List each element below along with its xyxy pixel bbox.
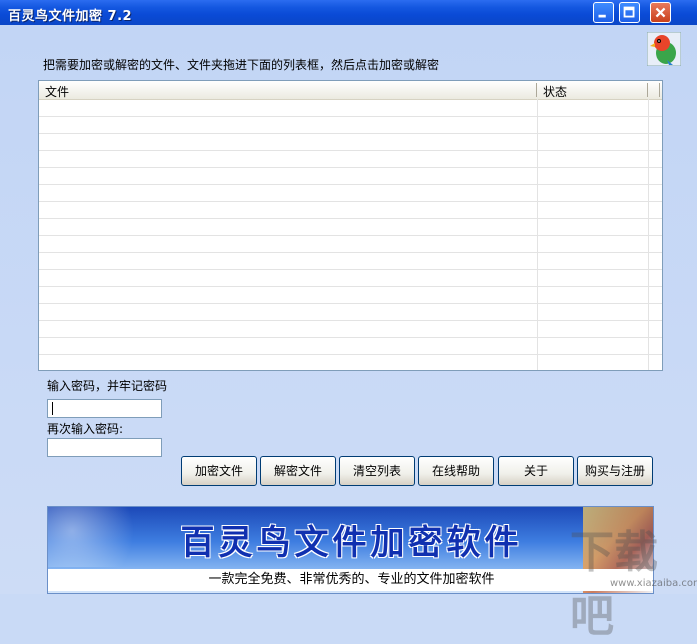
column-header-file[interactable]: 文件 bbox=[45, 83, 69, 100]
grid-hline bbox=[39, 167, 662, 168]
text-caret bbox=[52, 402, 53, 415]
grid-hline bbox=[39, 337, 662, 338]
close-button[interactable] bbox=[650, 2, 671, 23]
instruction-text: 把需要加密或解密的文件、文件夹拖进下面的列表框，然后点击加密或解密 bbox=[43, 58, 440, 72]
parrot-logo-icon bbox=[647, 32, 681, 66]
app-window: 百灵鸟文件加密 7.2 把需要加密或解密的文件、文件夹拖进下面的列表框，然后点击… bbox=[0, 0, 697, 642]
title-bar[interactable]: 百灵鸟文件加密 7.2 bbox=[0, 0, 697, 25]
password-input[interactable] bbox=[47, 399, 162, 418]
grid-hline bbox=[39, 184, 662, 185]
grid-hline bbox=[39, 286, 662, 287]
window-title: 百灵鸟文件加密 7.2 bbox=[8, 9, 133, 24]
banner-subtitle: 一款完全免费、非常优秀的、专业的文件加密软件 bbox=[48, 569, 653, 591]
grid-hline bbox=[39, 235, 662, 236]
banner-title: 百灵鸟文件加密软件 bbox=[180, 523, 523, 563]
column-header-status[interactable]: 状态 bbox=[543, 83, 567, 100]
online-help-button[interactable]: 在线帮助 bbox=[418, 456, 494, 486]
column-separator bbox=[659, 83, 660, 97]
maximize-button[interactable] bbox=[619, 2, 640, 23]
maximize-icon bbox=[623, 6, 635, 18]
confirm-password-label: 再次输入密码: bbox=[47, 422, 124, 436]
promo-banner[interactable]: 百灵鸟文件加密软件 一款完全免费、非常优秀的、专业的文件加密软件 bbox=[47, 506, 654, 594]
grid-hline bbox=[39, 320, 662, 321]
grid-hline bbox=[39, 133, 662, 134]
clear-list-button[interactable]: 清空列表 bbox=[339, 456, 415, 486]
grid-hline bbox=[39, 218, 662, 219]
confirm-password-input[interactable] bbox=[47, 438, 162, 457]
buy-register-button[interactable]: 购买与注册 bbox=[577, 456, 653, 486]
password-label: 输入密码，并牢记密码 bbox=[47, 379, 168, 393]
close-icon bbox=[655, 7, 666, 18]
column-separator[interactable] bbox=[647, 83, 648, 97]
grid-hline bbox=[39, 303, 662, 304]
minimize-icon bbox=[598, 14, 606, 18]
column-separator[interactable] bbox=[536, 83, 537, 97]
decrypt-button[interactable]: 解密文件 bbox=[260, 456, 336, 486]
about-button[interactable]: 关于 bbox=[498, 456, 574, 486]
grid-hline bbox=[39, 150, 662, 151]
grid-hline bbox=[39, 252, 662, 253]
grid-hline bbox=[39, 354, 662, 355]
watermark-url: www.xiazaiba.com bbox=[610, 578, 697, 589]
grid-hline bbox=[39, 201, 662, 202]
list-grid bbox=[39, 99, 662, 370]
grid-hline bbox=[39, 116, 662, 117]
encrypt-button[interactable]: 加密文件 bbox=[181, 456, 257, 486]
grid-hline bbox=[39, 269, 662, 270]
file-list-view[interactable]: 文件 状态 bbox=[38, 80, 663, 371]
minimize-button[interactable] bbox=[593, 2, 614, 23]
list-header: 文件 状态 bbox=[39, 81, 662, 100]
